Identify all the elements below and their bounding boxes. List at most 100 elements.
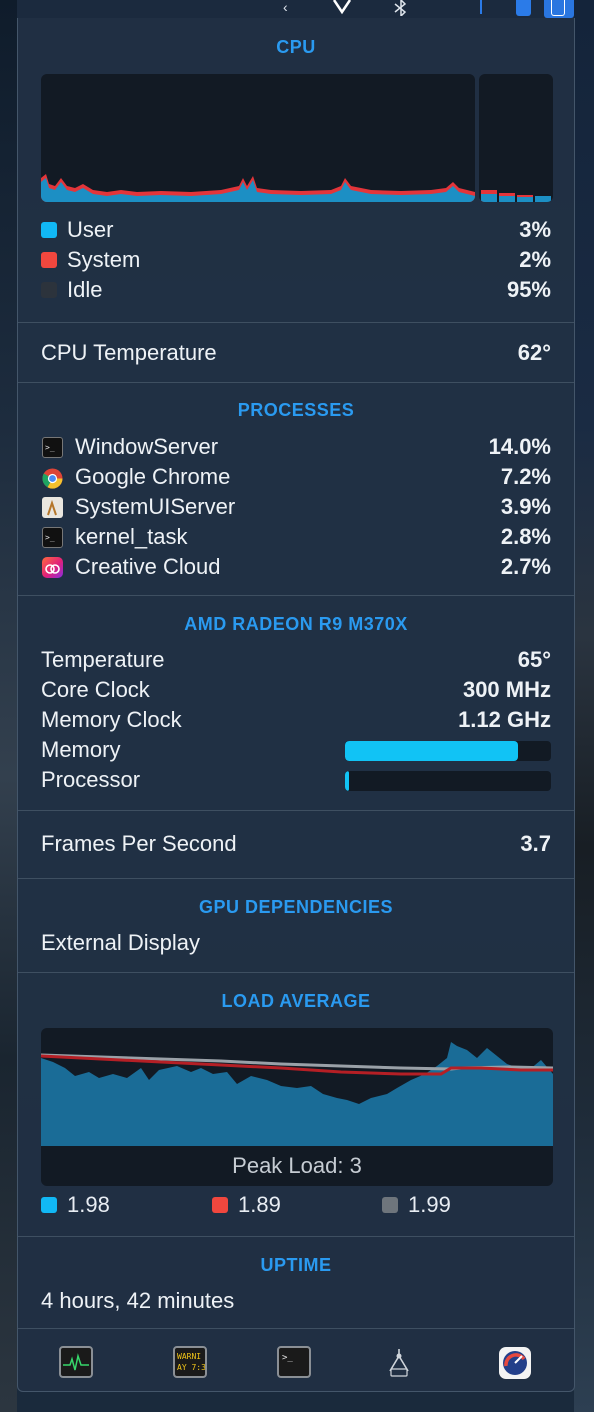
processes-section: PROCESSES >_ WindowServer 14.0% Google C… [18,383,574,596]
cpu-legend-system: System 2% [18,245,574,275]
network-utility-icon[interactable] [382,1346,416,1378]
load-legend: 1.98 1.89 1.99 [18,1190,574,1220]
svg-text:>_: >_ [45,533,55,542]
svg-text:AY 7:36: AY 7:36 [177,1363,205,1372]
gpu-core-clock-row: Core Clock 300 MHz [18,675,574,705]
gpu-temperature-label: Temperature [41,647,165,672]
cpu-legend: User 3% System 2% Idle 95% [18,215,574,305]
process-name: Creative Cloud [75,554,221,579]
creative-cloud-icon [42,557,63,578]
process-row[interactable]: >_ kernel_task 2.8% [18,522,574,552]
load-15min-swatch [382,1197,398,1213]
system-value: 2% [519,247,551,272]
system-label: System [67,247,141,272]
core-bar-3-user [517,197,533,202]
desktop-wallpaper-right [574,0,594,1412]
terminal-icon: >_ [42,527,63,548]
process-list: >_ WindowServer 14.0% Google Chrome 7.2% [18,432,574,582]
footer-toolbar: WARNI AY 7:36 >_ [18,1329,574,1391]
user-swatch [41,222,57,238]
process-name: WindowServer [75,434,219,459]
peak-load-label: Peak Load: 3 [232,1153,362,1178]
process-value: 7.2% [500,464,551,489]
gpu-memory-clock-row: Memory Clock 1.12 GHz [18,705,574,735]
cpu-legend-user: User 3% [18,215,574,245]
fps-row: Frames Per Second 3.7 [18,829,574,859]
process-row[interactable]: >_ WindowServer 14.0% [18,432,574,462]
system-swatch [41,252,57,268]
svg-text:WARNI: WARNI [177,1352,201,1361]
gpu-dependencies-section: GPU DEPENDENCIES External Display [18,879,574,973]
svg-text:>_: >_ [282,1353,293,1363]
uptime-section: UPTIME 4 hours, 42 minutes [18,1237,574,1329]
processes-title: PROCESSES [237,400,355,420]
cpu-legend-idle: Idle 95% [18,275,574,305]
gpu-processor-row: Processor [18,765,574,795]
uptime-title: UPTIME [260,1255,332,1275]
fps-section: Frames Per Second 3.7 [18,811,574,879]
cpu-temperature-row: CPU Temperature 62° [18,338,574,368]
fps-label: Frames Per Second [41,831,237,856]
load-15min-value: 1.99 [408,1192,451,1217]
core-bar-2-user [499,196,515,202]
load-average-section: LOAD AVERAGE Peak Load: 3 1.98 1.89 1.99 [18,973,574,1237]
cpu-history-graph[interactable] [41,74,475,202]
process-row[interactable]: Google Chrome 7.2% [18,462,574,492]
gpu-section: AMD RADEON R9 M370X Temperature 65° Core… [18,596,574,811]
gpu-title: AMD RADEON R9 M370X [184,614,408,634]
gpu-core-clock-label: Core Clock [41,677,150,702]
gpu-dependencies-title: GPU DEPENDENCIES [198,897,394,917]
cpu-history-svg [41,174,475,202]
bluetooth-icon[interactable] [391,0,411,16]
cpu-cores-graph[interactable] [479,74,553,202]
load-average-graph[interactable]: Peak Load: 3 [41,1028,553,1186]
load-1min-value: 1.98 [67,1192,110,1217]
network-icon[interactable] [476,0,486,16]
console-icon[interactable]: WARNI AY 7:36 [173,1346,211,1378]
cpu-temperature-value: 62° [517,340,551,365]
terminal-icon[interactable]: >_ [277,1346,311,1378]
battery-icon[interactable] [551,0,565,16]
process-value: 2.8% [500,524,551,549]
gpu-core-clock-value: 300 MHz [462,677,551,702]
process-row[interactable]: SystemUIServer 3.9% [18,492,574,522]
user-label: User [67,217,114,242]
process-value: 2.7% [500,554,551,579]
vee-icon[interactable] [332,0,352,16]
cpu-temperature-section: CPU Temperature 62° [18,323,574,383]
activity-monitor-icon[interactable] [59,1346,93,1378]
gpu-memory-bar [345,741,551,761]
menubar: ‹ [0,0,594,18]
process-name: Google Chrome [75,464,231,489]
process-row[interactable]: Creative Cloud 2.7% [18,552,574,582]
load-5min-swatch [212,1197,228,1213]
process-name: SystemUIServer [75,494,236,519]
process-value: 3.9% [500,494,551,519]
gpu-memory-row: Memory [18,735,574,765]
istat-dropdown-panel: CPU User 3% System 2% Idle 95% CPU Tempe… [17,18,575,1392]
terminal-icon: >_ [42,437,63,458]
cpu-section: CPU User 3% System 2% Idle 95% [18,18,574,323]
desktop-wallpaper-left [0,0,17,1412]
gpu-stats: Temperature 65° Core Clock 300 MHz Memor… [18,645,574,795]
idle-label: Idle [67,277,103,302]
user-value: 3% [519,217,551,242]
gpu-temperature-row: Temperature 65° [18,645,574,675]
gpu-dependency-row[interactable]: External Display [18,928,574,958]
core-bar-1-user [481,194,497,202]
gpu-processor-bar-fill [345,771,350,791]
uptime-value: 4 hours, 42 minutes [41,1288,235,1313]
istat-menus-icon[interactable] [498,1346,532,1379]
chrome-icon [42,467,63,489]
cpu-temperature-label: CPU Temperature [41,340,217,365]
memory-icon[interactable] [516,0,531,16]
cpu-title: CPU [276,37,316,57]
idle-value: 95% [506,277,551,302]
gpu-temperature-value: 65° [517,647,551,672]
gpu-memory-clock-value: 1.12 GHz [458,707,551,732]
load-1min-swatch [41,1197,57,1213]
chevron-icon[interactable]: ‹ [283,0,288,16]
gpu-memory-clock-label: Memory Clock [41,707,182,732]
core-bar-4 [535,196,551,202]
systemuiserver-icon [42,497,63,518]
